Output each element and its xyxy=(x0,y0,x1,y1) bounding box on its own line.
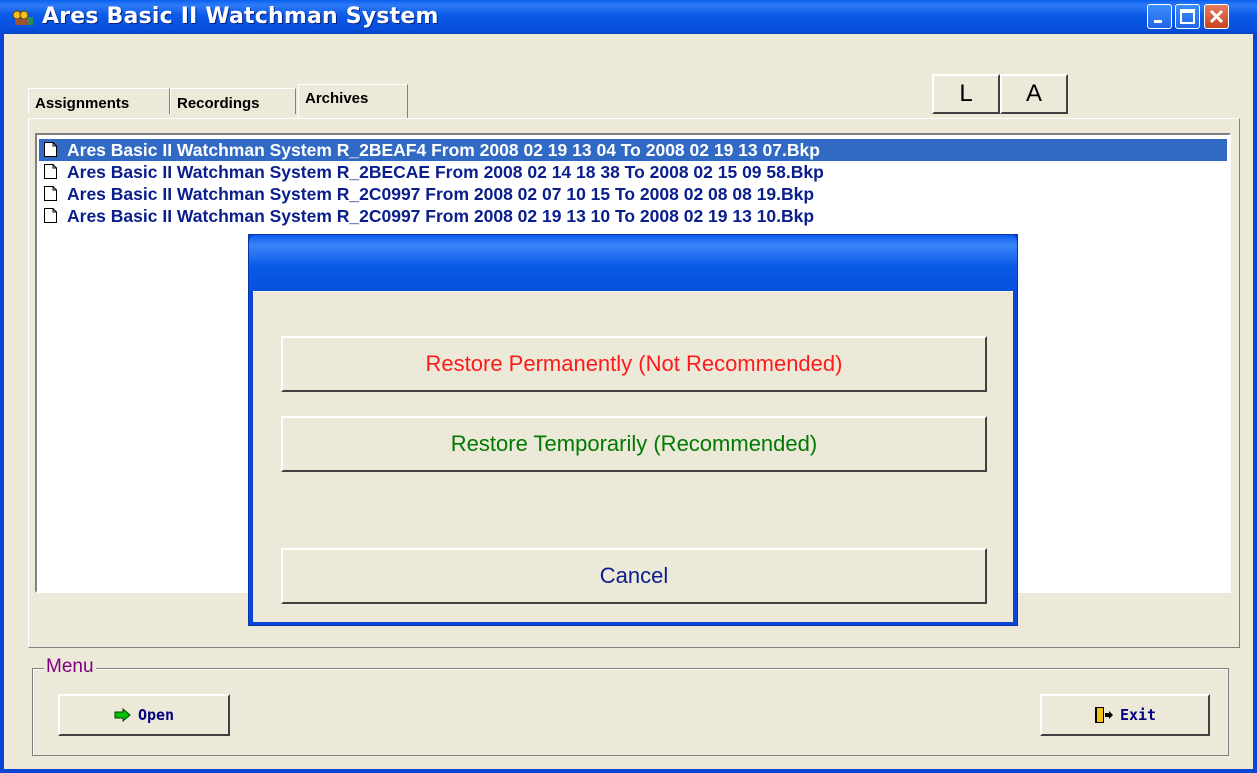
door-exit-icon xyxy=(1094,707,1113,723)
arrow-right-icon xyxy=(114,708,131,722)
cancel-button[interactable]: Cancel xyxy=(281,548,987,604)
file-name: Ares Basic II Watchman System R_2C0997 F… xyxy=(67,184,815,204)
dialog-title-bar[interactable] xyxy=(249,235,1017,291)
open-label: Open xyxy=(137,706,175,724)
l-button[interactable]: L xyxy=(932,74,1000,114)
window-title: Ares Basic II Watchman System xyxy=(42,4,439,29)
list-item[interactable]: Ares Basic II Watchman System R_2C0997 F… xyxy=(39,183,1227,205)
maximize-icon xyxy=(1180,9,1195,24)
exit-label: Exit xyxy=(1119,706,1157,724)
file-name: Ares Basic II Watchman System R_2BECAE F… xyxy=(67,162,824,182)
list-item[interactable]: Ares Basic II Watchman System R_2BEAF4 F… xyxy=(39,139,1227,161)
app-icon xyxy=(12,10,33,25)
tab-archives[interactable]: Archives xyxy=(298,84,408,118)
restore-temporarily-button[interactable]: Restore Temporarily (Recommended) xyxy=(281,416,987,472)
file-icon xyxy=(44,208,57,223)
title-bar[interactable]: Ares Basic II Watchman System xyxy=(0,0,1257,34)
close-icon xyxy=(1209,9,1224,24)
file-icon xyxy=(44,142,57,157)
restore-permanently-button[interactable]: Restore Permanently (Not Recommended) xyxy=(281,336,987,392)
open-button[interactable]: Open xyxy=(58,694,230,736)
tab-recordings[interactable]: Recordings xyxy=(170,88,296,114)
list-item[interactable]: Ares Basic II Watchman System R_2BECAE F… xyxy=(39,161,1227,183)
list-item[interactable]: Ares Basic II Watchman System R_2C0997 F… xyxy=(39,205,1227,227)
dialog-body: Restore Permanently (Not Recommended) Re… xyxy=(253,291,1013,622)
a-button[interactable]: A xyxy=(1000,74,1068,114)
close-button[interactable] xyxy=(1204,4,1229,29)
file-name: Ares Basic II Watchman System R_2BEAF4 F… xyxy=(67,140,820,160)
file-name: Ares Basic II Watchman System R_2C0997 F… xyxy=(67,206,815,226)
tab-assignments[interactable]: Assignments xyxy=(28,88,170,114)
minimize-button[interactable] xyxy=(1147,4,1172,29)
minimize-icon xyxy=(1154,20,1162,23)
file-icon xyxy=(44,164,57,179)
exit-button[interactable]: Exit xyxy=(1040,694,1210,736)
menu-legend: Menu xyxy=(44,656,96,678)
file-icon xyxy=(44,186,57,201)
restore-dialog: Restore Permanently (Not Recommended) Re… xyxy=(248,234,1018,626)
maximize-button[interactable] xyxy=(1175,4,1200,29)
